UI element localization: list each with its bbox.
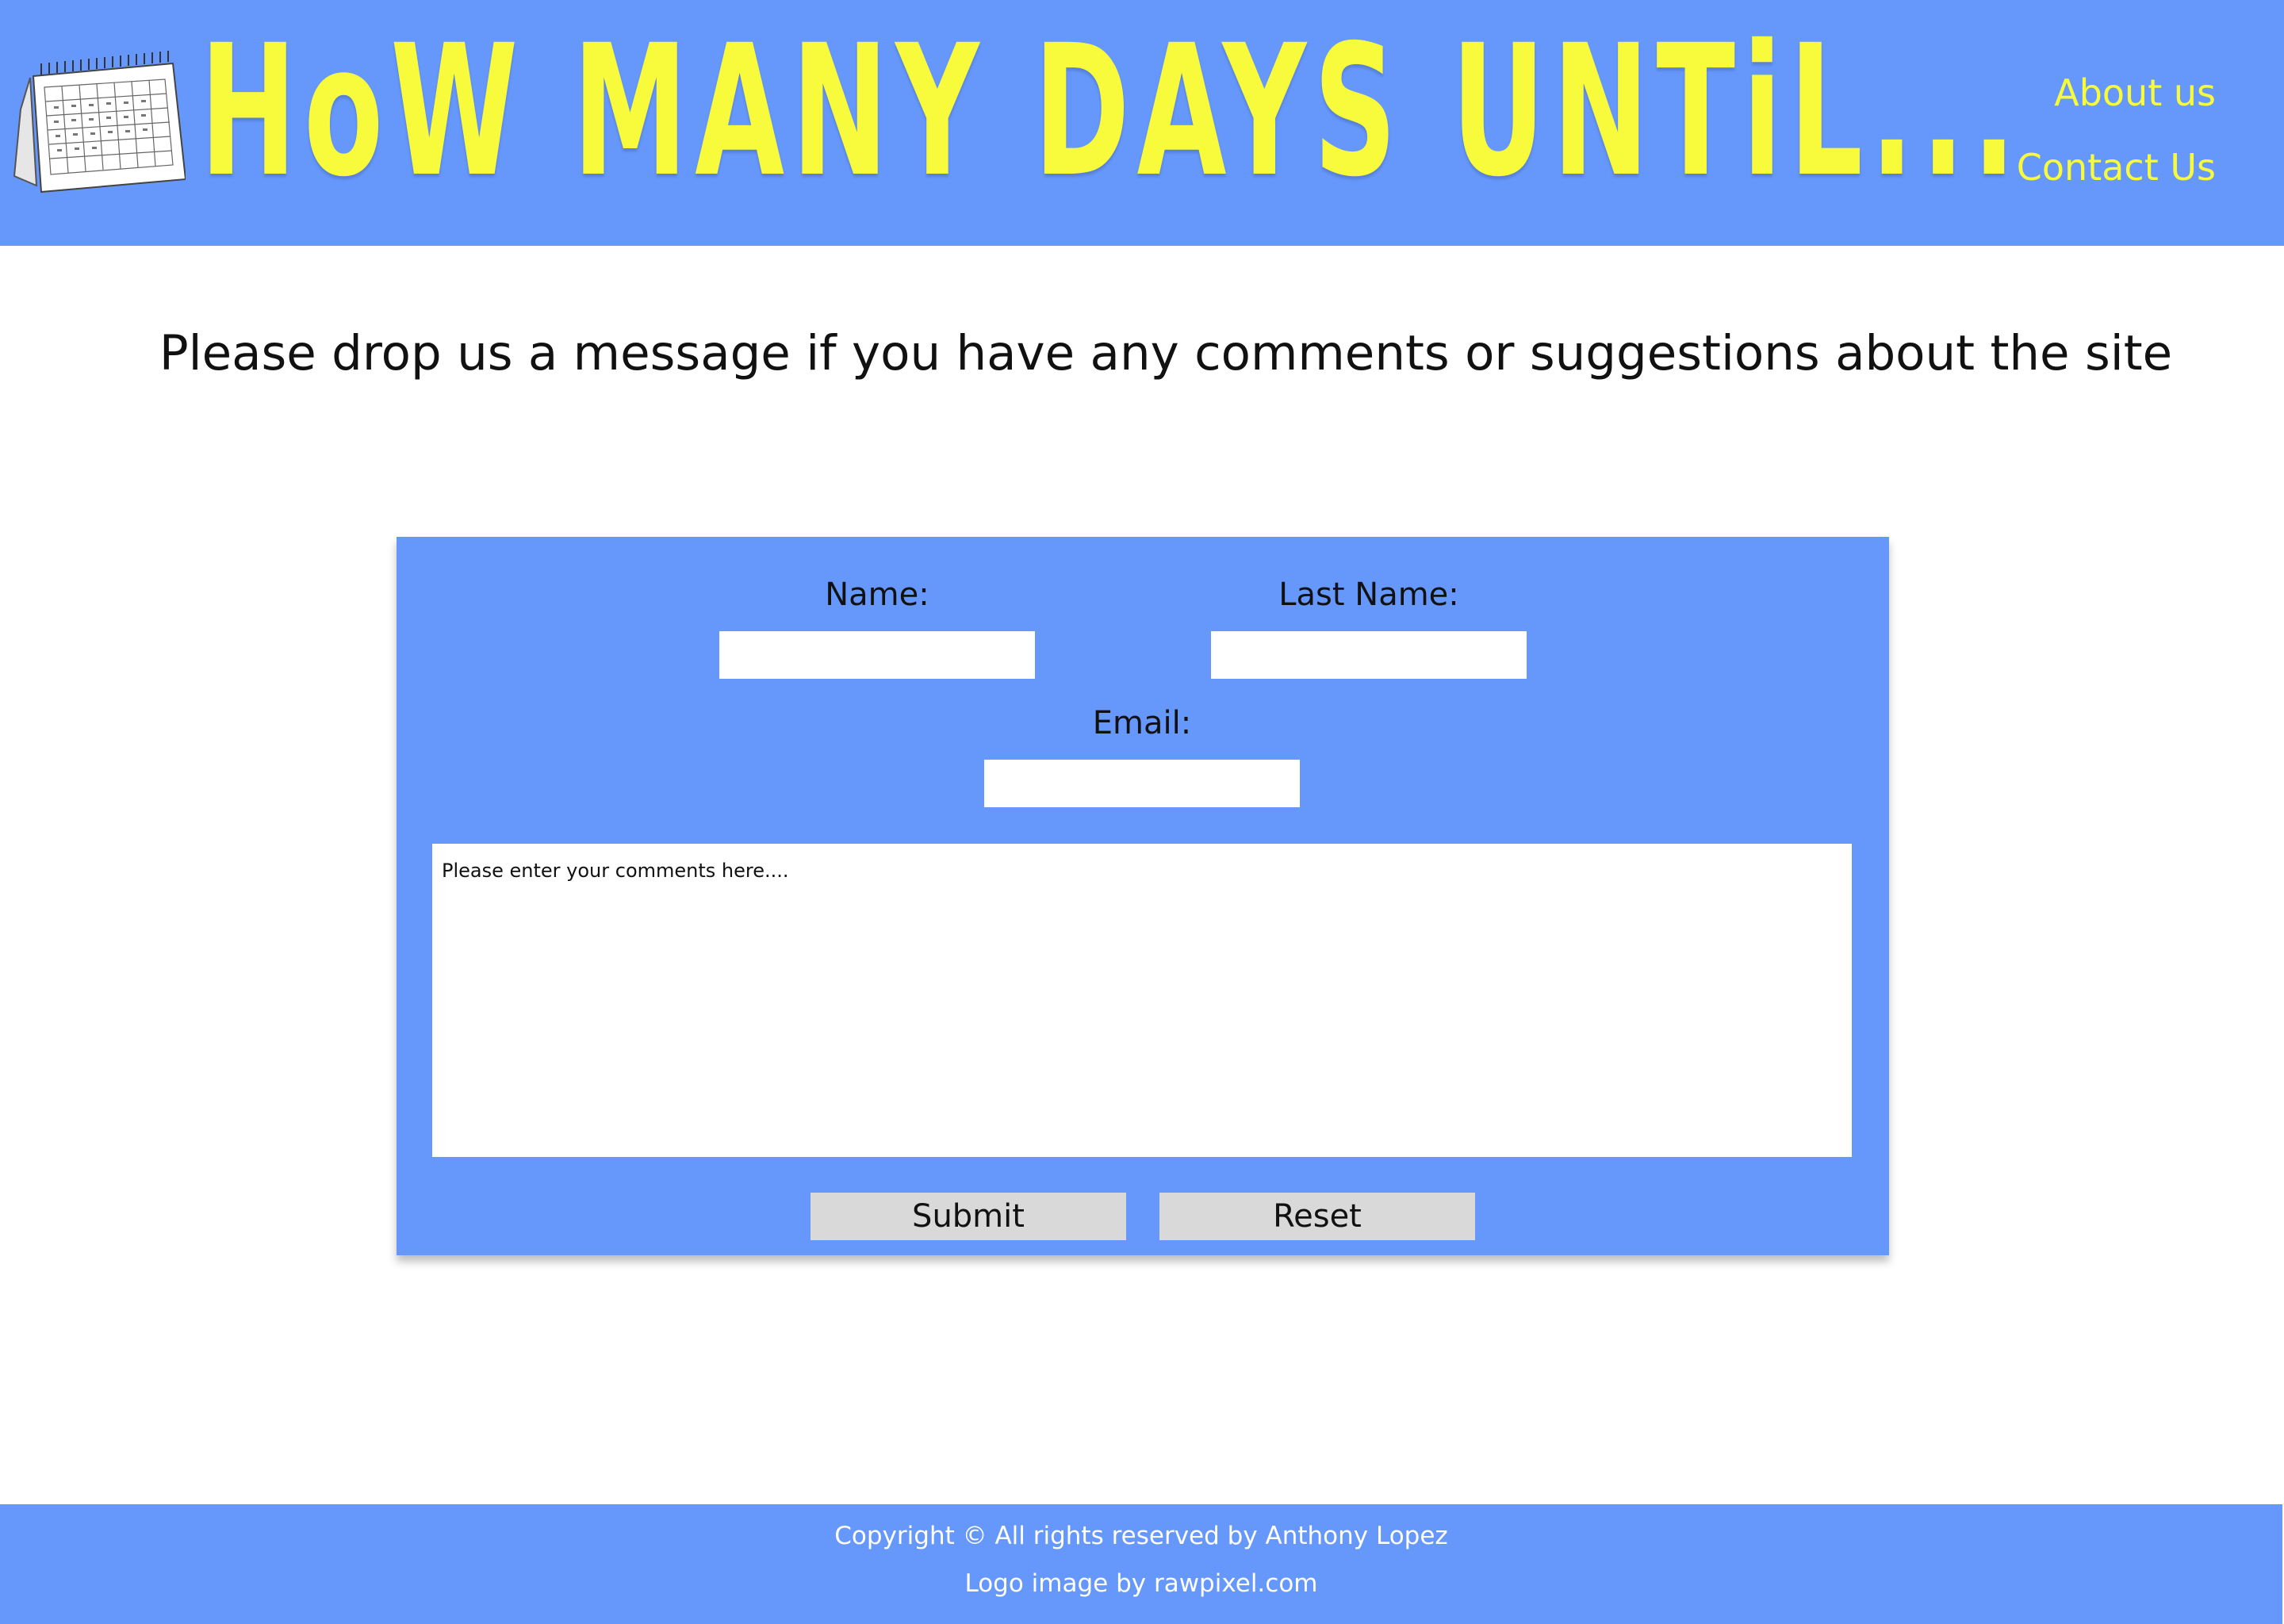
contact-form: Name: Last Name: Email: Submit Reset — [397, 537, 1889, 1255]
reset-button[interactable]: Reset — [1159, 1193, 1475, 1240]
name-input[interactable] — [719, 631, 1035, 679]
intro-message: Please drop us a message if you have any… — [159, 325, 2173, 381]
copyright-text: Copyright © All rights reserved by Antho… — [834, 1522, 1448, 1550]
desk-calendar-icon — [13, 51, 186, 193]
logo-credit-text: Logo image by rawpixel.com — [964, 1569, 1318, 1598]
nav-contact-link[interactable]: Contact Us — [2017, 130, 2216, 205]
comments-textarea[interactable] — [432, 844, 1852, 1157]
site-header: HoW MANY DAYS UNTiL... About us Contact … — [0, 0, 2284, 246]
last-name-input[interactable] — [1211, 631, 1527, 679]
email-label: Email: — [1092, 705, 1192, 741]
email-input[interactable] — [984, 760, 1300, 807]
nav-about-link[interactable]: About us — [2017, 56, 2216, 130]
submit-button[interactable]: Submit — [811, 1193, 1126, 1240]
site-title: HoW MANY DAYS UNTiL... — [200, 6, 2024, 216]
site-footer: Copyright © All rights reserved by Antho… — [0, 1504, 2282, 1624]
main-nav: About us Contact Us — [2017, 56, 2216, 205]
name-label: Name: — [825, 576, 929, 613]
contact-page: HoW MANY DAYS UNTiL... About us Contact … — [0, 0, 2284, 1624]
last-name-label: Last Name: — [1278, 576, 1459, 613]
